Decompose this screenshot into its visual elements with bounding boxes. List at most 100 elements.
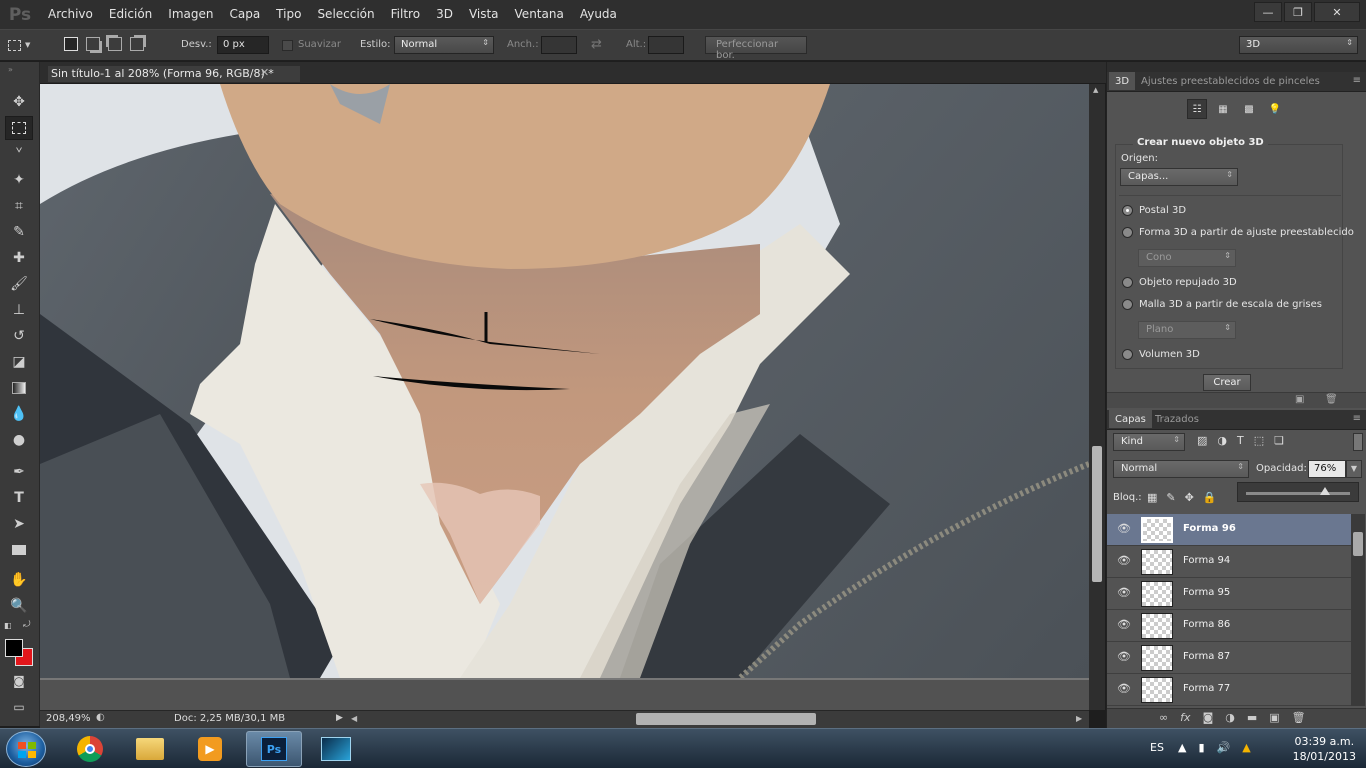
layer-row[interactable]: 👁 Forma 94	[1107, 546, 1351, 578]
light-filter-icon[interactable]: 💡	[1265, 99, 1285, 119]
menu-archivo[interactable]: Archivo	[40, 0, 101, 29]
gradient-tool-icon[interactable]	[5, 376, 33, 400]
eye-icon[interactable]: 👁	[1117, 586, 1131, 599]
media-player-taskbar-button[interactable]: ▶	[182, 731, 238, 767]
radio-forma-3d[interactable]	[1122, 227, 1133, 238]
vertical-scrollbar[interactable]: ▲	[1089, 84, 1105, 710]
default-colors-icon[interactable]: ◧	[4, 621, 12, 630]
menu-capa[interactable]: Capa	[221, 0, 268, 29]
tab-3d[interactable]: 3D	[1109, 72, 1136, 90]
blur-tool-icon[interactable]: 💧	[5, 402, 33, 426]
move-tool-icon[interactable]: ✥	[5, 90, 33, 114]
brush-tool-icon[interactable]: 🖌	[5, 272, 33, 296]
lock-all-icon[interactable]: 🔒	[1203, 491, 1217, 504]
pixel-filter-icon[interactable]: ▨	[1197, 434, 1207, 447]
menu-ayuda[interactable]: Ayuda	[572, 0, 625, 29]
crop-tool-icon[interactable]: ⌗	[5, 194, 33, 218]
explorer-taskbar-button[interactable]	[122, 731, 178, 767]
clone-stamp-tool-icon[interactable]: ⊥	[5, 298, 33, 322]
zoom-level[interactable]: 208,49%	[46, 713, 91, 724]
adjustment-filter-icon[interactable]: ◑	[1217, 434, 1227, 447]
shape-tool-icon[interactable]	[5, 538, 33, 562]
width-input[interactable]	[541, 36, 577, 54]
status-info-icon[interactable]: ◐	[96, 712, 105, 723]
marquee-tool-icon[interactable]	[5, 116, 33, 140]
eye-icon[interactable]: 👁	[1117, 522, 1131, 535]
layer-filter-select[interactable]: Kind ⇕	[1113, 433, 1185, 451]
feather-input[interactable]: 0 px	[217, 36, 269, 54]
menu-edicion[interactable]: Edición	[101, 0, 160, 29]
type-filter-icon[interactable]: T	[1237, 434, 1244, 447]
pen-tool-icon[interactable]: ✒	[5, 460, 33, 484]
mesh-filter-icon[interactable]: ▦	[1213, 99, 1233, 119]
app-taskbar-button[interactable]	[308, 731, 364, 767]
eye-icon[interactable]: 👁	[1117, 650, 1131, 663]
type-tool-icon[interactable]: T	[5, 486, 33, 510]
menu-seleccion[interactable]: Selección	[309, 0, 382, 29]
new-item-icon[interactable]: ▣	[1295, 394, 1304, 405]
swap-colors-icon[interactable]: ⤾	[23, 620, 31, 630]
menu-imagen[interactable]: Imagen	[160, 0, 221, 29]
layer-row[interactable]: 👁 Forma 77	[1107, 674, 1351, 706]
intersect-selection-icon[interactable]	[130, 37, 144, 51]
mesh-shape-select[interactable]: Plano ⇕	[1138, 321, 1236, 339]
tab-capas[interactable]: Capas	[1109, 410, 1152, 428]
menu-vista[interactable]: Vista	[461, 0, 507, 29]
layer-row[interactable]: 👁 Forma 96	[1107, 514, 1351, 546]
panel-menu-icon[interactable]: ≡	[1353, 75, 1361, 86]
minimize-button[interactable]: —	[1254, 2, 1282, 22]
preset-shape-select[interactable]: Cono ⇕	[1138, 249, 1236, 267]
new-selection-icon[interactable]	[64, 37, 78, 51]
layer-row[interactable]: 👁 Forma 87	[1107, 642, 1351, 674]
screen-mode-icon[interactable]: ▭	[5, 695, 33, 719]
tab-brush-presets[interactable]: Ajustes preestablecidos de pinceles	[1141, 76, 1320, 87]
hand-tool-icon[interactable]: ✋	[5, 568, 33, 592]
trash-icon[interactable]: 🗑	[1325, 394, 1338, 405]
eyedropper-tool-icon[interactable]: ✎	[5, 220, 33, 244]
filter-toggle[interactable]	[1353, 433, 1363, 451]
drive-icon[interactable]: ▲	[1242, 741, 1250, 754]
radio-objeto-repujado[interactable]	[1122, 277, 1133, 288]
lock-image-icon[interactable]: ✎	[1166, 491, 1175, 504]
vertical-scroll-thumb[interactable]	[1092, 446, 1102, 582]
tab-trazados[interactable]: Trazados	[1155, 414, 1199, 425]
opacity-input[interactable]: 76%	[1308, 460, 1346, 478]
layers-scroll-thumb[interactable]	[1353, 532, 1363, 556]
mask-icon[interactable]: ◙	[1203, 711, 1214, 724]
folder-icon[interactable]: ▬	[1247, 711, 1257, 724]
quick-mask-icon[interactable]: ◙	[5, 669, 33, 693]
swap-icon[interactable]: ⇄	[591, 37, 602, 52]
radio-postal-3d[interactable]	[1122, 205, 1133, 216]
volume-icon[interactable]: 🔊	[1217, 741, 1231, 754]
refine-edge-button[interactable]: Perfeccionar bor.	[705, 36, 807, 61]
chevron-down-icon[interactable]: ▼	[1346, 460, 1362, 478]
zoom-tool-icon[interactable]: 🔍	[5, 594, 33, 618]
menu-3d[interactable]: 3D	[428, 0, 461, 29]
trash-icon[interactable]: 🗑	[1292, 711, 1306, 724]
height-input[interactable]	[648, 36, 684, 54]
eraser-tool-icon[interactable]: ◪	[5, 350, 33, 374]
antialias-checkbox[interactable]	[282, 40, 293, 51]
close-icon[interactable]: ✕	[260, 66, 269, 79]
horizontal-scroll-thumb[interactable]	[636, 713, 816, 725]
lock-transparent-icon[interactable]: ▦	[1147, 491, 1157, 504]
eye-icon[interactable]: 👁	[1117, 554, 1131, 567]
add-selection-icon[interactable]	[86, 37, 100, 51]
language-indicator[interactable]: ES	[1150, 741, 1164, 754]
smart-object-filter-icon[interactable]: ❏	[1274, 434, 1284, 447]
chrome-taskbar-button[interactable]	[62, 731, 118, 767]
start-button[interactable]	[6, 731, 46, 767]
radio-volumen-3d[interactable]	[1122, 349, 1133, 360]
path-selection-tool-icon[interactable]: ➤	[5, 512, 33, 536]
foreground-color-swatch[interactable]	[5, 639, 23, 657]
opacity-slider-thumb[interactable]	[1320, 487, 1331, 495]
fx-icon[interactable]: fx	[1180, 711, 1190, 724]
scroll-left-icon[interactable]: ◀	[351, 714, 357, 723]
collapse-arrows-icon[interactable]: »	[8, 65, 13, 74]
layers-scrollbar[interactable]	[1351, 514, 1365, 706]
material-filter-icon[interactable]: ▩	[1239, 99, 1259, 119]
healing-brush-tool-icon[interactable]: ✚	[5, 246, 33, 270]
magic-wand-tool-icon[interactable]: ✦	[5, 168, 33, 192]
eye-icon[interactable]: 👁	[1117, 682, 1131, 695]
opacity-slider-track[interactable]	[1246, 492, 1350, 495]
